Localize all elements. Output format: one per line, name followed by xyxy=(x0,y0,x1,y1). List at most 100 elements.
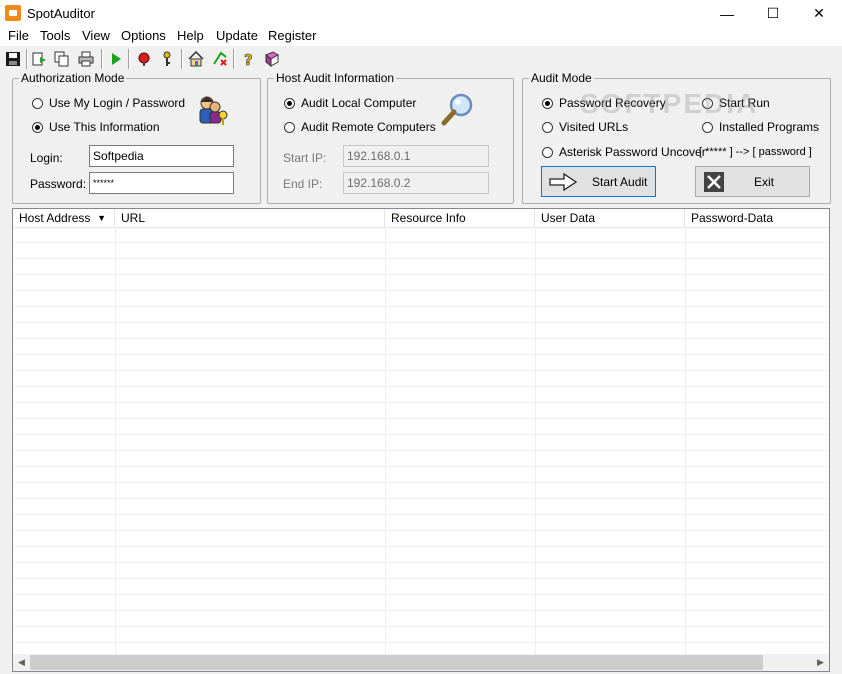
start-audit-label: Start Audit xyxy=(592,174,648,189)
start-ip-field[interactable] xyxy=(343,145,489,167)
scroll-left-icon[interactable]: ◀ xyxy=(13,654,30,671)
table-row-line xyxy=(13,594,829,595)
menu-register[interactable]: Register xyxy=(268,28,316,43)
menu-options[interactable]: Options xyxy=(121,28,166,43)
magnifier-icon xyxy=(441,93,475,127)
column-host-address[interactable]: Host Address ▼ xyxy=(13,209,115,227)
results-table[interactable]: Host Address ▼ URL Resource Info User Da… xyxy=(12,208,830,672)
use-this-information-radio[interactable]: Use This Information xyxy=(32,120,160,134)
radio-dot xyxy=(702,121,713,133)
column-user-data[interactable]: User Data xyxy=(535,209,685,227)
menu-view[interactable]: View xyxy=(82,28,110,43)
start-ip-label: Start IP: xyxy=(283,151,327,165)
table-row-line xyxy=(13,530,829,531)
menu-help[interactable]: Help xyxy=(177,28,204,43)
print-icon[interactable] xyxy=(76,49,96,69)
column-resource-info[interactable]: Resource Info xyxy=(385,209,535,227)
radio-dot xyxy=(542,121,553,133)
table-row-line xyxy=(13,498,829,499)
save-icon[interactable] xyxy=(3,49,23,69)
home-icon[interactable] xyxy=(186,49,206,69)
table-row-line xyxy=(13,274,829,275)
table-row-line xyxy=(13,562,829,563)
table-row-line xyxy=(13,626,829,627)
radio-dot xyxy=(32,97,43,109)
audit-local-radio[interactable]: Audit Local Computer xyxy=(284,96,416,110)
menu-update[interactable]: Update xyxy=(216,28,258,43)
app-icon xyxy=(5,5,21,21)
table-row-line xyxy=(13,402,829,403)
audit-remote-radio[interactable]: Audit Remote Computers xyxy=(284,120,436,134)
table-column-line xyxy=(535,227,536,654)
title-bar: SpotAuditor — ☐ ✕ xyxy=(0,0,842,27)
copy-icon[interactable] xyxy=(52,49,72,69)
table-row-line xyxy=(13,290,829,291)
table-row-line xyxy=(13,546,829,547)
table-row-line xyxy=(13,482,829,483)
table-row-line xyxy=(13,354,829,355)
horizontal-scrollbar[interactable]: ◀ ▶ xyxy=(13,654,829,671)
close-x-icon xyxy=(704,171,724,192)
sort-down-icon: ▼ xyxy=(97,213,106,223)
table-row-line xyxy=(13,578,829,579)
maximize-button[interactable]: ☐ xyxy=(750,0,796,27)
exit-button[interactable]: Exit xyxy=(695,166,810,197)
key-icon[interactable] xyxy=(157,49,177,69)
column-password-data[interactable]: Password-Data xyxy=(685,209,829,227)
table-row-line xyxy=(13,386,829,387)
table-row-line xyxy=(13,466,829,467)
table-row-line xyxy=(13,258,829,259)
visited-urls-label: Visited URLs xyxy=(559,120,629,134)
column-host-address-label: Host Address xyxy=(19,211,91,225)
use-my-login-radio[interactable]: Use My Login / Password xyxy=(32,96,185,110)
login-field[interactable] xyxy=(89,145,234,167)
start-audit-button[interactable]: Start Audit xyxy=(541,166,656,197)
asterisk-uncover-radio[interactable]: Asterisk Password Uncover xyxy=(542,145,706,159)
run-icon[interactable] xyxy=(106,49,126,69)
password-label: Password: xyxy=(30,177,87,191)
minimize-button[interactable]: — xyxy=(704,0,750,27)
authorization-mode-title: Authorization Mode xyxy=(19,71,127,85)
table-row-line xyxy=(13,514,829,515)
radio-dot-selected xyxy=(542,97,553,109)
table-row-line xyxy=(13,642,829,643)
login-label: Login: xyxy=(30,151,63,165)
book-icon[interactable] xyxy=(262,49,282,69)
export-icon[interactable] xyxy=(30,49,50,69)
stop-icon[interactable] xyxy=(134,49,154,69)
asterisk-uncover-label: Asterisk Password Uncover xyxy=(559,145,706,159)
use-my-login-label: Use My Login / Password xyxy=(49,96,186,110)
host-audit-group: Host Audit Information Audit Local Compu… xyxy=(267,71,514,204)
table-row-line xyxy=(13,610,829,611)
column-url[interactable]: URL xyxy=(115,209,385,227)
menu-file[interactable]: File xyxy=(8,28,29,43)
asterisk-hint: [ ***** ] --> [ password ] xyxy=(699,146,812,158)
scroll-thumb[interactable] xyxy=(30,655,763,670)
use-this-information-label: Use This Information xyxy=(49,120,160,134)
table-header: Host Address ▼ URL Resource Info User Da… xyxy=(13,209,829,228)
end-ip-field[interactable] xyxy=(343,172,489,194)
radio-dot-selected xyxy=(284,97,295,109)
table-row-line xyxy=(13,306,829,307)
host-audit-title: Host Audit Information xyxy=(274,71,397,85)
close-button[interactable]: ✕ xyxy=(796,0,842,27)
exit-label: Exit xyxy=(754,174,775,189)
table-row-line xyxy=(13,450,829,451)
table-row-line xyxy=(13,338,829,339)
password-field[interactable] xyxy=(89,172,234,194)
scroll-right-icon[interactable]: ▶ xyxy=(812,654,829,671)
menu-tools[interactable]: Tools xyxy=(40,28,70,43)
window-title: SpotAuditor xyxy=(27,6,95,21)
table-column-line xyxy=(115,227,116,654)
installed-programs-radio[interactable]: Installed Programs xyxy=(702,120,819,134)
table-row-line xyxy=(13,242,829,243)
table-row-line xyxy=(13,434,829,435)
audit-remote-label: Audit Remote Computers xyxy=(301,120,436,134)
help-icon[interactable]: ? xyxy=(238,49,258,69)
radio-dot xyxy=(284,121,295,133)
clear-results-icon[interactable] xyxy=(210,49,230,69)
table-row-line xyxy=(13,322,829,323)
toolbar: ? xyxy=(0,46,842,72)
softpedia-watermark: SOFTPEDIA xyxy=(580,88,759,119)
visited-urls-radio[interactable]: Visited URLs xyxy=(542,120,628,134)
